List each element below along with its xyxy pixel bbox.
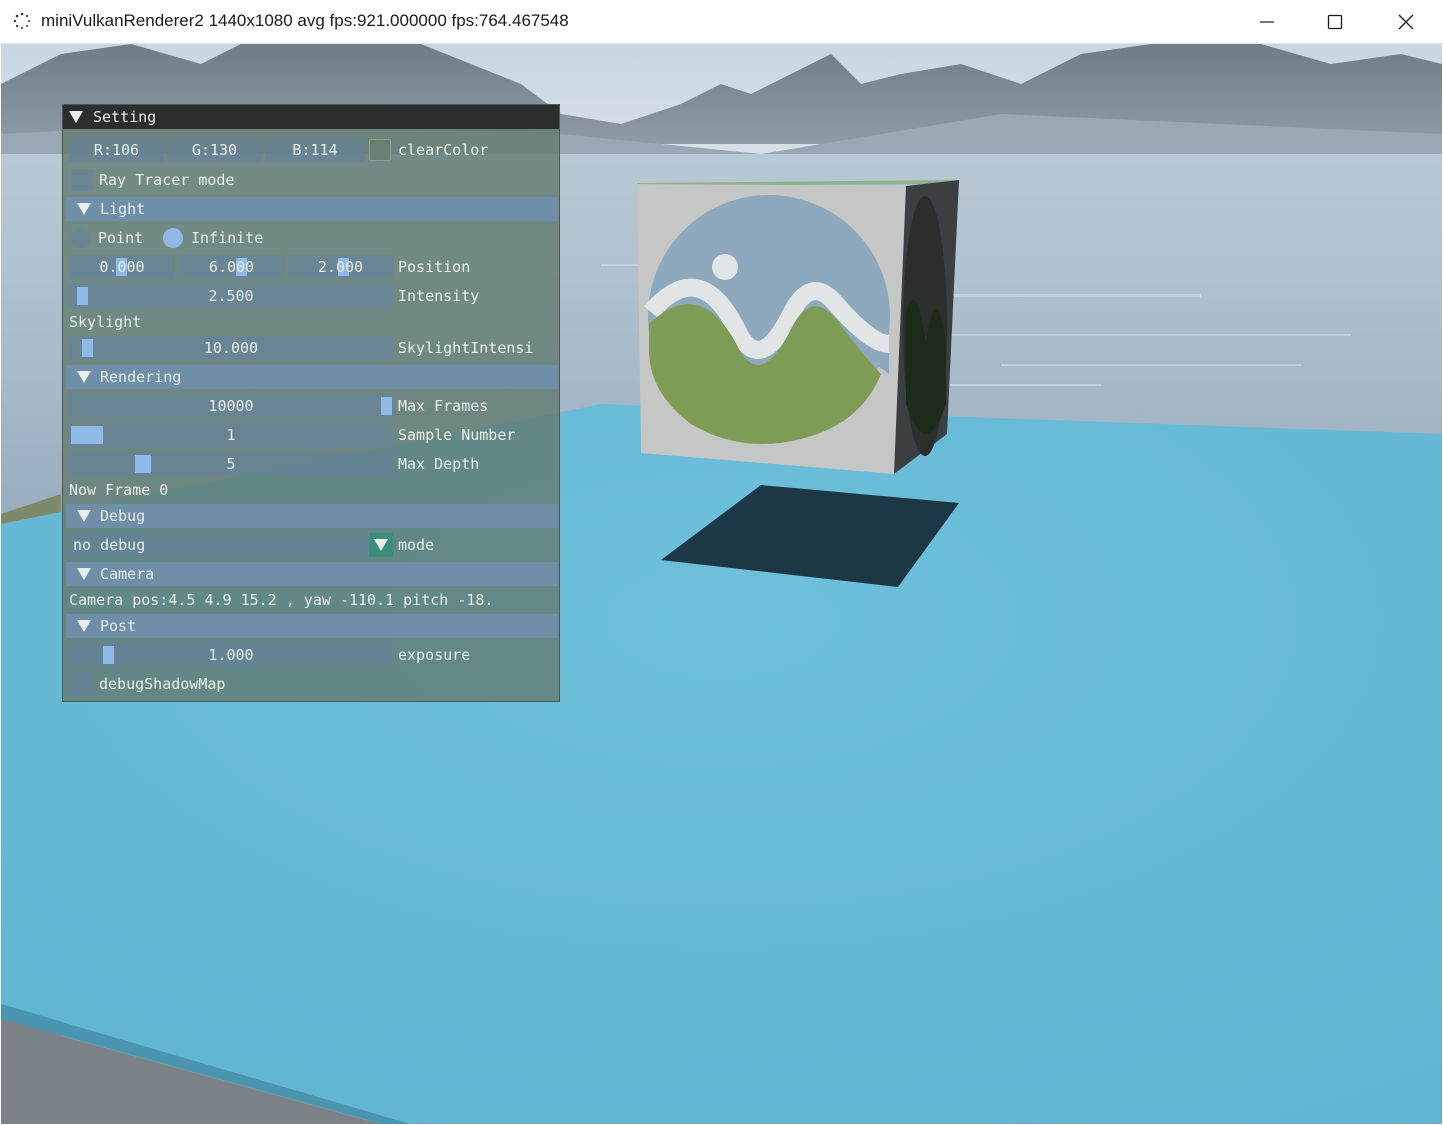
light-section-header[interactable]: Light (66, 197, 558, 221)
light-position-y[interactable]: 6.000 (178, 255, 285, 279)
intensity-label: Intensity (398, 287, 480, 305)
rendering-section-header[interactable]: Rendering (66, 365, 558, 389)
light-position-z-value: 2.000 (317, 258, 364, 276)
max-frames-label: Max Frames (398, 397, 489, 415)
debug-shadow-map-label: debugShadowMap (99, 675, 226, 693)
skylight-title: Skylight (69, 313, 142, 331)
rendering-header-label: Rendering (100, 368, 182, 386)
clear-color-b-value: B:114 (292, 141, 338, 159)
exposure-value: 1.000 (208, 646, 254, 664)
light-position-x[interactable]: 0.000 (69, 255, 175, 279)
debug-mode-label: mode (398, 536, 435, 554)
maximize-button[interactable] (1300, 0, 1370, 44)
chevron-down-icon (374, 539, 388, 551)
panel-title-bar[interactable]: Setting (63, 105, 559, 129)
post-header-label: Post (100, 617, 137, 635)
ray-tracer-label: Ray Tracer mode (99, 171, 235, 189)
skylight-intensity-label: SkylightIntensi (398, 339, 534, 357)
clear-color-b-field[interactable]: B:114 (265, 138, 365, 162)
light-collapse-icon (77, 203, 91, 215)
settings-panel[interactable]: Setting R:106 G:130 B:114 clearColor Ray… (62, 104, 560, 702)
intensity-slider[interactable]: 2.500 (69, 284, 393, 308)
minimize-button[interactable] (1232, 0, 1302, 44)
debug-mode-value: no debug (73, 536, 146, 554)
window-title-bar: miniVulkanRenderer2 1440x1080 avg fps:92… (0, 0, 1443, 44)
post-collapse-icon (77, 620, 91, 632)
clear-color-label: clearColor (398, 141, 489, 159)
clear-color-swatch[interactable] (369, 139, 391, 161)
debug-section-header[interactable]: Debug (66, 504, 558, 528)
intensity-value: 2.500 (208, 287, 254, 305)
skylight-intensity-slider[interactable]: 10.000 (69, 336, 393, 360)
debug-mode-combo[interactable]: no debug (69, 533, 369, 557)
app-loading-icon (13, 12, 30, 29)
camera-header-label: Camera (100, 565, 155, 583)
clear-color-g-value: G:130 (191, 141, 238, 159)
radio-point[interactable] (71, 228, 91, 248)
skylight-intensity-value: 10.000 (203, 339, 259, 357)
ray-tracer-checkbox[interactable] (71, 169, 93, 191)
radio-point-label: Point (98, 229, 144, 247)
close-button[interactable] (1371, 0, 1441, 44)
max-depth-label: Max Depth (398, 455, 480, 473)
now-frame-text: Now Frame 0 (69, 481, 169, 499)
minimize-icon (1260, 21, 1274, 23)
panel-title: Setting (93, 108, 157, 126)
light-header-label: Light (100, 200, 146, 218)
sample-number-value: 1 (226, 426, 236, 444)
debug-mode-dropdown-button[interactable] (369, 533, 393, 557)
window-title: miniVulkanRenderer2 1440x1080 avg fps:92… (41, 11, 569, 30)
sample-number-label: Sample Number (398, 426, 516, 444)
camera-section-header[interactable]: Camera (66, 562, 558, 586)
camera-info-text: Camera pos:4.5 4.9 15.2 , yaw -110.1 pit… (69, 591, 494, 609)
radio-infinite-label: Infinite (191, 229, 264, 247)
sample-number-slider[interactable]: 1 (69, 423, 393, 447)
debug-collapse-icon (77, 510, 91, 522)
textured-cube (637, 180, 959, 474)
close-icon (1398, 14, 1414, 30)
clear-color-r-field[interactable]: R:106 (69, 138, 164, 162)
debug-shadow-map-checkbox[interactable] (71, 673, 93, 695)
light-position-z[interactable]: 2.000 (288, 255, 393, 279)
max-frames-value: 10000 (208, 397, 254, 415)
max-depth-slider[interactable]: 5 (69, 452, 393, 476)
exposure-slider[interactable]: 1.000 (69, 643, 393, 667)
max-frames-slider[interactable]: 10000 (69, 394, 393, 418)
radio-infinite[interactable] (163, 228, 183, 248)
exposure-label: exposure (398, 646, 471, 664)
clear-color-g-field[interactable]: G:130 (167, 138, 262, 162)
camera-collapse-icon (77, 568, 91, 580)
light-position-y-value: 6.000 (208, 258, 255, 276)
max-depth-value: 5 (226, 455, 236, 473)
debug-header-label: Debug (100, 507, 146, 525)
light-position-x-value: 0.000 (99, 258, 145, 276)
rendering-collapse-icon (77, 371, 91, 383)
position-label: Position (398, 258, 471, 276)
collapse-triangle-icon[interactable] (69, 111, 83, 123)
maximize-icon (1327, 14, 1343, 30)
clear-color-r-value: R:106 (93, 141, 140, 159)
post-section-header[interactable]: Post (66, 614, 558, 638)
